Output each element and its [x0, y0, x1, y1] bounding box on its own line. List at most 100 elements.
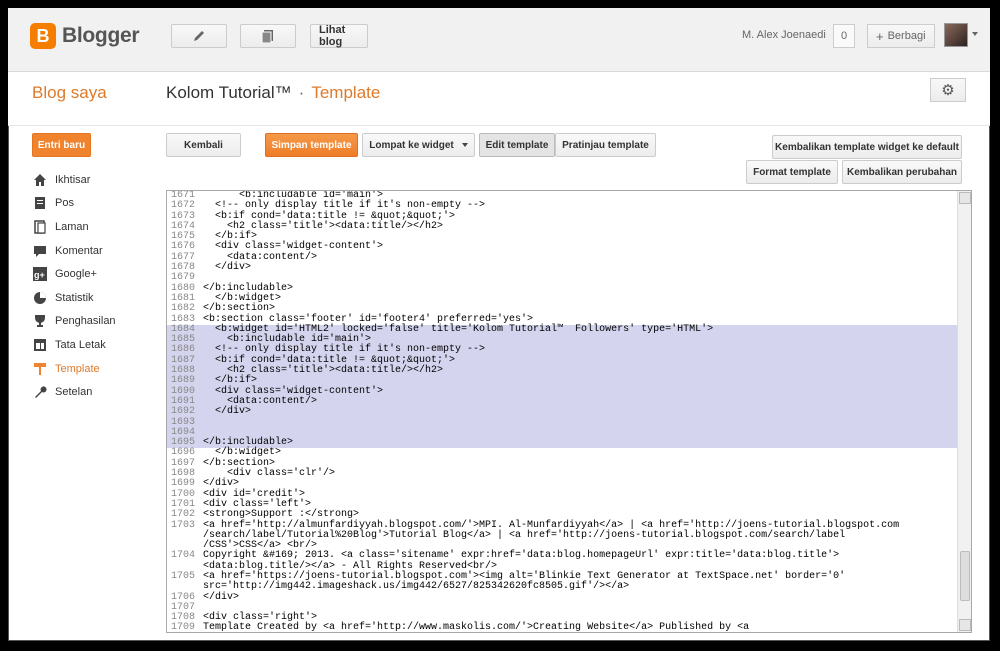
top-bar: B Blogger Lihat blog M. Alex Joenaedi 0 … [8, 8, 990, 72]
code-line[interactable]: 1703 <a href='http://almunfardiyyah.blogs… [167, 520, 957, 552]
code-line[interactable]: 1680 </b:includable> [167, 283, 957, 294]
earnings-icon [32, 313, 48, 329]
line-text[interactable]: <a href='http://almunfardiyyah.blogspot.… [203, 520, 899, 552]
restore-widget-template-button[interactable]: Kembalikan template widget ke default [772, 135, 962, 159]
blogger-logo-icon: B [30, 23, 56, 49]
gear-icon: ⚙ [941, 82, 955, 99]
code-line[interactable]: 1688 <h2 class='title'><data:title/></h2… [167, 365, 957, 377]
line-text[interactable]: </div> [203, 592, 239, 603]
template-code-editor[interactable]: 1671 <b:includable id='main'> 1672 <!-- o… [166, 190, 972, 633]
window-frame: B Blogger Lihat blog M. Alex Joenaedi 0 … [0, 0, 1000, 651]
scroll-up-button[interactable] [959, 192, 971, 204]
sidebar-item-label: Ikhtisar [55, 173, 91, 186]
code-line[interactable]: 1693 [167, 417, 957, 428]
google-plus-icon: g+ [32, 266, 48, 282]
line-number: 1705 [170, 570, 195, 582]
sidebar-item-template[interactable]: Template [32, 357, 116, 381]
back-button[interactable]: Kembali [166, 133, 241, 157]
sidebar-item-label: Komentar [55, 244, 103, 257]
code-line[interactable]: 1705 <a href='https://joens-tutorial.blog… [167, 570, 957, 593]
code-line[interactable]: 1709 Template Created by <a href='http://… [167, 623, 957, 632]
code-line[interactable]: 1702 <strong>Support :</strong> [167, 509, 957, 521]
line-text[interactable]: </div> [203, 262, 251, 273]
chevron-down-icon [461, 143, 468, 147]
posts-icon [32, 195, 48, 211]
layout-icon [32, 337, 48, 353]
revert-changes-button[interactable]: Kembalikan perubahan [842, 160, 962, 184]
line-number: 1704 [170, 550, 195, 562]
code-line[interactable]: 1677 <data:content/> [167, 252, 957, 263]
line-text[interactable]: </div> [203, 406, 251, 417]
svg-text:g+: g+ [34, 270, 45, 280]
title-separator: · [298, 83, 305, 102]
sidebar-item-label: Tata Letak [55, 338, 106, 351]
blogger-logo[interactable]: B Blogger [30, 23, 140, 49]
code-line[interactable]: 1674 <h2 class='title'><data:title/></h2… [167, 221, 957, 232]
sidebar-item-pages[interactable]: Laman [32, 215, 116, 239]
code-line[interactable]: 1695 </b:includable> [167, 437, 957, 449]
template-icon [32, 361, 48, 377]
scroll-thumb[interactable] [960, 551, 970, 601]
line-text[interactable]: Copyright &#169; 2013. <a class='sitenam… [203, 551, 839, 572]
new-post-pencil-button[interactable] [171, 24, 227, 48]
pencil-icon [194, 31, 204, 41]
sidebar-item-label: Google+ [55, 268, 97, 281]
user-name[interactable]: M. Alex Joenaedi [742, 29, 826, 41]
settings-gear-button[interactable]: ⚙ [930, 78, 966, 102]
code-line[interactable]: 1692 </div> [167, 406, 957, 418]
sidebar-item-posts[interactable]: Pos [32, 192, 116, 216]
sidebar-item-earnings[interactable]: Penghasilan [32, 310, 116, 334]
line-text[interactable]: <strong>Support :</strong> [203, 509, 359, 520]
user-avatar[interactable] [944, 23, 968, 47]
format-template-button[interactable]: Format template [746, 160, 838, 184]
code-line[interactable]: 1698 <div class='clr'/> [167, 468, 957, 479]
jump-to-widget-dropdown[interactable]: Lompat ke widget [362, 133, 475, 157]
blogger-logo-text: Blogger [62, 24, 140, 47]
code-line[interactable]: 1696 </b:widget> [167, 448, 957, 459]
line-number: 1692 [170, 406, 195, 418]
code-area[interactable]: 1671 <b:includable id='main'> 1672 <!-- o… [167, 191, 957, 632]
sidebar-item-stats[interactable]: Statistik [32, 286, 116, 310]
notification-count[interactable]: 0 [833, 24, 855, 48]
new-post-button[interactable]: Entri baru [32, 133, 91, 157]
code-line[interactable]: 1678 </div> [167, 262, 957, 273]
code-line[interactable]: 1681 </b:widget> [167, 293, 957, 304]
sidebar-item-comments[interactable]: Komentar [32, 239, 116, 263]
sidebar-item-google-plus[interactable]: g+ Google+ [32, 262, 116, 286]
code-line[interactable]: 1704 Copyright &#169; 2013. <a class='sit… [167, 551, 957, 572]
scroll-down-button[interactable] [959, 619, 971, 631]
preview-template-button[interactable]: Pratinjau template [555, 133, 656, 157]
sidebar-item-label: Setelan [55, 386, 93, 399]
line-text[interactable]: <a href='https://joens-tutorial.blogspot… [203, 571, 845, 593]
sub-header [8, 72, 990, 126]
my-blogs-link[interactable]: Blog saya [32, 83, 107, 103]
pages-icon [32, 219, 48, 235]
share-button[interactable]: + Berbagi [867, 24, 935, 48]
stats-icon [32, 290, 48, 306]
code-line[interactable]: 1706 </div> [167, 592, 957, 603]
save-template-button[interactable]: Simpan template [265, 133, 358, 157]
sidebar-item-overview[interactable]: Ikhtisar [32, 168, 116, 192]
chevron-down-icon[interactable] [972, 32, 978, 36]
plus-icon: + [876, 28, 884, 44]
sidebar-item-settings[interactable]: Setelan [32, 380, 116, 404]
line-number: 1709 [170, 622, 195, 632]
posts-list-icon [261, 30, 273, 43]
blog-title[interactable]: Kolom Tutorial™ [166, 83, 292, 102]
editor-scrollbar[interactable] [957, 191, 971, 632]
sidebar-item-layout[interactable]: Tata Letak [32, 333, 116, 357]
sidebar-item-label: Pos [55, 197, 74, 210]
edit-template-button[interactable]: Edit template [479, 133, 555, 157]
home-icon [32, 172, 48, 188]
line-number: 1702 [170, 509, 195, 521]
sidebar-item-label: Penghasilan [55, 315, 116, 328]
sidebar-item-label: Statistik [55, 291, 94, 304]
view-posts-button[interactable] [240, 24, 296, 48]
comments-icon [32, 243, 48, 259]
jump-to-widget-label: Lompat ke widget [369, 139, 454, 151]
code-line[interactable]: 1691 <data:content/> [167, 396, 957, 408]
view-blog-button[interactable]: Lihat blog [310, 24, 368, 48]
page-title: Kolom Tutorial™ · Template [166, 83, 380, 103]
line-text[interactable]: Template Created by <a href='http://www.… [203, 623, 749, 632]
share-label: Berbagi [887, 30, 926, 42]
